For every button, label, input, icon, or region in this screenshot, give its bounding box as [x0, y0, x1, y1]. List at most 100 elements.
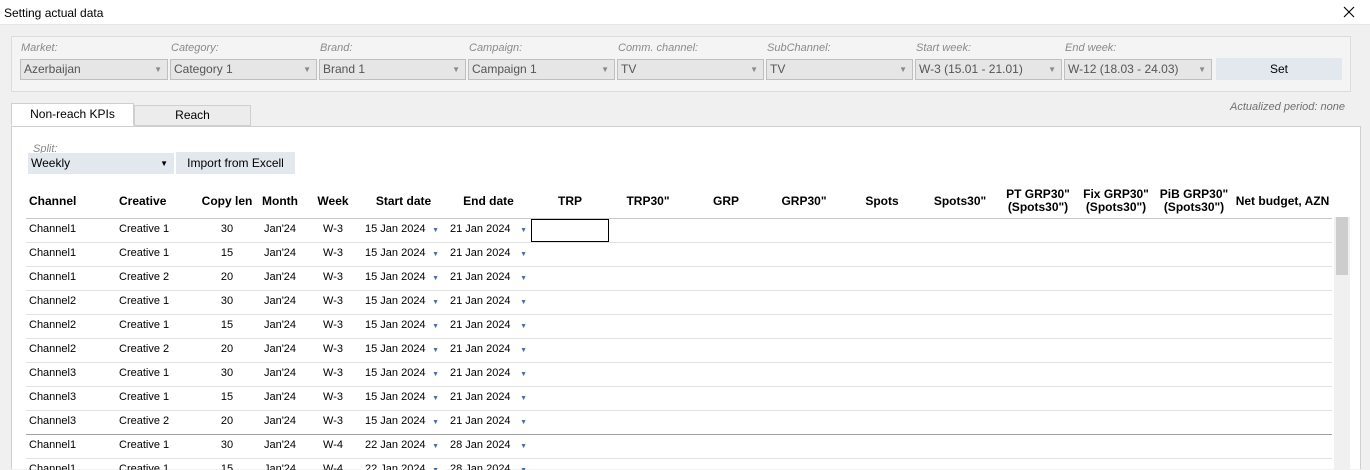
cell-trp[interactable]	[531, 411, 609, 434]
chevron-down-icon[interactable]: ▼	[432, 316, 439, 337]
cell-start-date[interactable]: 15 Jan 2024 ▼	[361, 363, 446, 386]
cell-spots[interactable]	[843, 459, 921, 470]
col-pib-grp30[interactable]: PiB GRP30" (Spots30")	[1155, 183, 1233, 219]
col-spots30[interactable]: Spots30"	[921, 183, 999, 219]
cell-copy-len[interactable]: 20	[199, 339, 255, 362]
cell-spots30[interactable]	[921, 339, 999, 362]
cell-pib-grp30[interactable]	[1155, 363, 1233, 386]
market-dropdown[interactable]: Azerbaijan ▼	[20, 59, 168, 80]
cell-start-date[interactable]: 15 Jan 2024 ▼	[361, 339, 446, 362]
cell-channel[interactable]: Channel1	[29, 243, 109, 266]
cell-week[interactable]: W-4	[305, 435, 361, 458]
cell-net-budget[interactable]	[1233, 411, 1332, 434]
cell-spots30[interactable]	[921, 219, 999, 242]
cell-grp[interactable]	[687, 267, 765, 290]
cell-pib-grp30[interactable]	[1155, 459, 1233, 470]
cell-grp[interactable]	[687, 387, 765, 410]
set-button[interactable]: Set	[1216, 58, 1342, 80]
cell-spots30[interactable]	[921, 435, 999, 458]
cell-channel[interactable]: Channel1	[29, 219, 109, 242]
cell-pib-grp30[interactable]	[1155, 411, 1233, 434]
cell-week[interactable]: W-3	[305, 363, 361, 386]
cell-pt-grp30[interactable]	[999, 411, 1077, 434]
cell-creative[interactable]: Creative 1	[119, 363, 199, 386]
cell-copy-len[interactable]: 30	[199, 435, 255, 458]
cell-net-budget[interactable]	[1233, 435, 1332, 458]
col-spots[interactable]: Spots	[843, 183, 921, 219]
cell-fix-grp30[interactable]	[1077, 267, 1155, 290]
cell-trp30[interactable]	[609, 291, 687, 314]
cell-pt-grp30[interactable]	[999, 363, 1077, 386]
cell-pib-grp30[interactable]	[1155, 243, 1233, 266]
cell-copy-len[interactable]: 15	[199, 243, 255, 266]
table-row[interactable]: Channel1 Creative 1 15 Jan'24 W-4 22 Jan 2024…	[26, 459, 1332, 470]
chevron-down-icon[interactable]: ▼	[432, 292, 439, 313]
cell-week[interactable]: W-3	[305, 243, 361, 266]
cell-trp30[interactable]	[609, 387, 687, 410]
cell-grp[interactable]	[687, 339, 765, 362]
cell-month[interactable]: Jan'24	[255, 387, 305, 410]
col-start-date[interactable]: Start date	[361, 183, 446, 219]
chevron-down-icon[interactable]: ▼	[520, 220, 527, 241]
cell-pt-grp30[interactable]	[999, 315, 1077, 338]
cell-creative[interactable]: Creative 1	[119, 459, 199, 470]
chevron-down-icon[interactable]: ▼	[432, 436, 439, 457]
cell-net-budget[interactable]	[1233, 243, 1332, 266]
split-dropdown[interactable]: Weekly ▼	[28, 153, 174, 174]
cell-spots[interactable]	[843, 339, 921, 362]
comm-channel-dropdown[interactable]: TV ▼	[617, 59, 764, 80]
cell-fix-grp30[interactable]	[1077, 363, 1155, 386]
cell-channel[interactable]: Channel3	[29, 387, 109, 410]
col-pt-grp30[interactable]: PT GRP30" (Spots30")	[999, 183, 1077, 219]
cell-month[interactable]: Jan'24	[255, 435, 305, 458]
cell-start-date[interactable]: 15 Jan 2024 ▼	[361, 387, 446, 410]
cell-week[interactable]: W-3	[305, 339, 361, 362]
cell-channel[interactable]: Channel2	[29, 339, 109, 362]
col-fix-grp30[interactable]: Fix GRP30" (Spots30")	[1077, 183, 1155, 219]
cell-month[interactable]: Jan'24	[255, 219, 305, 242]
cell-month[interactable]: Jan'24	[255, 243, 305, 266]
cell-trp30[interactable]	[609, 459, 687, 470]
cell-trp[interactable]	[531, 339, 609, 362]
table-row[interactable]: Channel3 Creative 1 15 Jan'24 W-3 15 Jan 2024…	[26, 387, 1332, 411]
cell-spots30[interactable]	[921, 243, 999, 266]
cell-fix-grp30[interactable]	[1077, 387, 1155, 410]
table-row[interactable]: Channel2 Creative 1 15 Jan'24 W-3 15 Jan 2024…	[26, 315, 1332, 339]
col-copy-len[interactable]: Copy len	[199, 183, 255, 219]
cell-grp30[interactable]	[765, 315, 843, 338]
cell-pib-grp30[interactable]	[1155, 267, 1233, 290]
cell-net-budget[interactable]	[1233, 459, 1332, 470]
chevron-down-icon[interactable]: ▼	[432, 388, 439, 409]
cell-net-budget[interactable]	[1233, 387, 1332, 410]
col-trp[interactable]: TRP	[531, 183, 609, 219]
cell-grp30[interactable]	[765, 363, 843, 386]
cell-start-date[interactable]: 15 Jan 2024 ▼	[361, 291, 446, 314]
cell-grp30[interactable]	[765, 387, 843, 410]
cell-spots[interactable]	[843, 411, 921, 434]
cell-pib-grp30[interactable]	[1155, 291, 1233, 314]
cell-end-date[interactable]: 21 Jan 2024 ▼	[446, 243, 531, 266]
cell-spots[interactable]	[843, 219, 921, 242]
cell-pib-grp30[interactable]	[1155, 315, 1233, 338]
cell-pt-grp30[interactable]	[999, 459, 1077, 470]
start-week-dropdown[interactable]: W-3 (15.01 - 21.01) ▼	[915, 59, 1062, 80]
cell-copy-len[interactable]: 30	[199, 219, 255, 242]
cell-week[interactable]: W-4	[305, 459, 361, 470]
chevron-down-icon[interactable]: ▼	[520, 316, 527, 337]
cell-trp30[interactable]	[609, 363, 687, 386]
cell-week[interactable]: W-3	[305, 315, 361, 338]
chevron-down-icon[interactable]: ▼	[432, 364, 439, 385]
cell-month[interactable]: Jan'24	[255, 411, 305, 434]
cell-spots[interactable]	[843, 243, 921, 266]
cell-grp[interactable]	[687, 315, 765, 338]
cell-net-budget[interactable]	[1233, 363, 1332, 386]
cell-pt-grp30[interactable]	[999, 339, 1077, 362]
cell-pib-grp30[interactable]	[1155, 435, 1233, 458]
cell-week[interactable]: W-3	[305, 219, 361, 242]
chevron-down-icon[interactable]: ▼	[520, 292, 527, 313]
scrollbar-thumb[interactable]	[1336, 217, 1348, 275]
cell-spots30[interactable]	[921, 315, 999, 338]
cell-grp30[interactable]	[765, 411, 843, 434]
cell-creative[interactable]: Creative 2	[119, 339, 199, 362]
cell-grp30[interactable]	[765, 339, 843, 362]
